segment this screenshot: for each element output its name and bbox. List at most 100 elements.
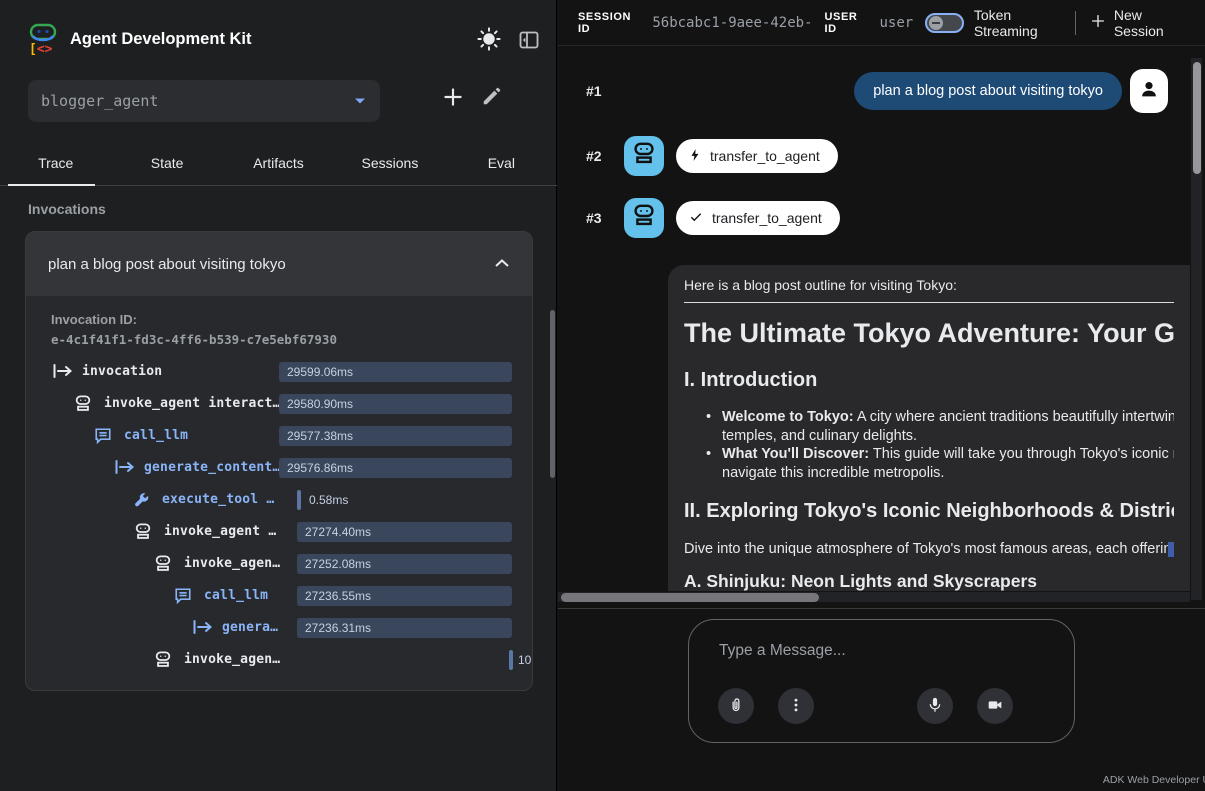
function-call-chip[interactable]: transfer_to_agent	[676, 139, 838, 173]
bullet-bold: Welcome to Tokyo:	[722, 409, 854, 425]
chat-horizontal-scrollbar-thumb[interactable]	[561, 593, 819, 602]
enter-arrow-icon	[114, 459, 134, 477]
chat-panel: SESSION ID 56bcabc1-9aee-42eb- USER ID u…	[558, 0, 1205, 791]
theme-toggle-button[interactable]	[476, 26, 502, 52]
invocations-label: Invocations	[28, 201, 106, 217]
chat-event-agent: #3 transfer_to_agent	[558, 198, 1205, 238]
event-number: #1	[586, 83, 612, 99]
bullet-text: navigate this incredible metropolis.	[722, 464, 1174, 483]
robot-icon	[632, 204, 656, 233]
left-panel-scrollbar[interactable]	[550, 310, 555, 478]
token-streaming-toggle[interactable]	[925, 13, 964, 33]
chevron-down-icon	[354, 92, 366, 110]
message-input-section: ADK Web Developer UI	[558, 608, 1205, 791]
trace-row[interactable]: generate_content… 29576.86ms	[26, 452, 532, 484]
function-call-label: transfer_to_agent	[710, 148, 820, 164]
robot-icon	[154, 555, 174, 573]
chat-bubble-icon	[94, 427, 114, 445]
user-id-label: USER ID	[825, 11, 872, 35]
trace-row[interactable]: call_llm 27236.55ms	[26, 580, 532, 612]
function-response-chip[interactable]: transfer_to_agent	[676, 201, 840, 235]
trace-label: genera…	[222, 620, 278, 635]
trace-row[interactable]: invoke_agent interact… 29580.90ms	[26, 388, 532, 420]
bolt-icon	[688, 147, 702, 166]
trace-duration-bar: 27274.40ms	[297, 522, 512, 542]
trace-label: invoke_agent …	[164, 524, 276, 539]
invocation-card-header[interactable]: plan a blog post about visiting tokyo	[26, 232, 532, 296]
microphone-button[interactable]	[917, 688, 953, 724]
trace-row[interactable]: invocation 29599.06ms	[26, 356, 532, 388]
paperclip-icon	[727, 696, 745, 717]
message-input[interactable]	[719, 642, 1039, 660]
trace-row[interactable]: invoke_agen… 27252.08ms	[26, 548, 532, 580]
trace-label: execute_tool …	[162, 492, 274, 507]
session-id-label: SESSION ID	[578, 11, 644, 35]
trace-row[interactable]: execute_tool … 0.58ms	[26, 484, 532, 516]
message-input-box[interactable]	[688, 619, 1075, 743]
svg-text:[<>: [<>	[29, 42, 53, 55]
text-cursor	[1168, 542, 1174, 557]
token-streaming-label: Token Streaming	[974, 7, 1075, 39]
user-avatar	[1130, 69, 1168, 113]
list-item: What You'll Discover: This guide will ta…	[706, 445, 1174, 482]
new-session-button[interactable]: New Session	[1090, 7, 1191, 39]
tab-eval[interactable]: Eval	[446, 140, 557, 185]
add-session-button[interactable]	[440, 84, 466, 110]
chat-viewport: #1 plan a blog post about visiting tokyo…	[558, 46, 1205, 608]
session-top-bar: SESSION ID 56bcabc1-9aee-42eb- USER ID u…	[558, 0, 1205, 46]
message-intro: Here is a blog post outline for visiting…	[684, 277, 1174, 293]
section-heading-neighborhoods: II. Exploring Tokyo's Iconic Neighborhoo…	[684, 500, 1174, 523]
robot-icon	[154, 651, 174, 669]
trace-duration-bar: 29576.86ms	[279, 458, 512, 478]
trace-label: invocation	[82, 364, 162, 379]
chat-vertical-scrollbar-track[interactable]	[1191, 58, 1202, 600]
chat-bubble-icon	[174, 587, 194, 605]
trace-duration-bar: 27252.08ms	[297, 554, 512, 574]
trace-label: call_llm	[124, 428, 188, 443]
trace-duration-bar	[509, 650, 513, 670]
invocation-card: plan a blog post about visiting tokyo In…	[25, 231, 533, 691]
videocam-icon	[985, 697, 1005, 716]
trace-row[interactable]: genera… 27236.31ms	[26, 612, 532, 644]
invocation-title: plan a blog post about visiting tokyo	[48, 256, 286, 273]
trace-row[interactable]: invoke_agent … 27274.40ms	[26, 516, 532, 548]
collapse-panel-button[interactable]	[517, 28, 541, 52]
agent-avatar	[624, 198, 664, 238]
robot-icon	[74, 395, 94, 413]
chat-horizontal-scrollbar-track[interactable]	[558, 592, 1190, 602]
attach-file-button[interactable]	[718, 688, 754, 724]
trace-tree: invocation 29599.06ms invoke_agent inter…	[26, 356, 532, 676]
left-tabs: Trace State Artifacts Sessions Eval	[0, 140, 557, 186]
edit-agent-button[interactable]	[481, 85, 503, 107]
trace-duration-bar: 29580.90ms	[279, 394, 512, 414]
agent-select[interactable]: blogger_agent	[28, 80, 380, 122]
trace-duration-bar: 27236.31ms	[297, 618, 512, 638]
user-message-bubble: plan a blog post about visiting tokyo	[854, 72, 1122, 110]
trace-duration-bar: 29577.38ms	[279, 426, 512, 446]
app-header: [<> Agent Development Kit	[0, 0, 556, 64]
microphone-icon	[926, 695, 944, 718]
function-response-label: transfer_to_agent	[712, 210, 822, 226]
invocation-id-value: e-4c1f41f1-fd3c-4ff6-b539-c7e5ebf67930	[51, 330, 337, 350]
side-panel-icon	[517, 40, 541, 55]
chat-vertical-scrollbar-thumb[interactable]	[1193, 62, 1201, 174]
more-options-button[interactable]	[778, 688, 814, 724]
tab-trace[interactable]: Trace	[0, 140, 111, 185]
chat-event-agent: #2 transfer_to_agent	[558, 136, 1205, 176]
trace-label: call_llm	[204, 588, 268, 603]
trace-label: generate_content…	[144, 460, 280, 475]
trace-panel: [<> Agent Development Kit	[0, 0, 557, 791]
trace-row[interactable]: invoke_agen… 10	[26, 644, 532, 676]
toggle-knob	[929, 16, 943, 30]
video-button[interactable]	[977, 688, 1013, 724]
chevron-up-icon	[494, 255, 510, 273]
tab-state[interactable]: State	[111, 140, 222, 185]
more-vert-icon	[787, 696, 805, 717]
tab-sessions[interactable]: Sessions	[334, 140, 445, 185]
sun-icon	[476, 40, 502, 55]
event-number: #2	[586, 148, 612, 164]
wrench-icon	[132, 491, 152, 509]
trace-label: invoke_agent interact…	[104, 396, 281, 411]
tab-artifacts[interactable]: Artifacts	[223, 140, 334, 185]
trace-row[interactable]: call_llm 29577.38ms	[26, 420, 532, 452]
